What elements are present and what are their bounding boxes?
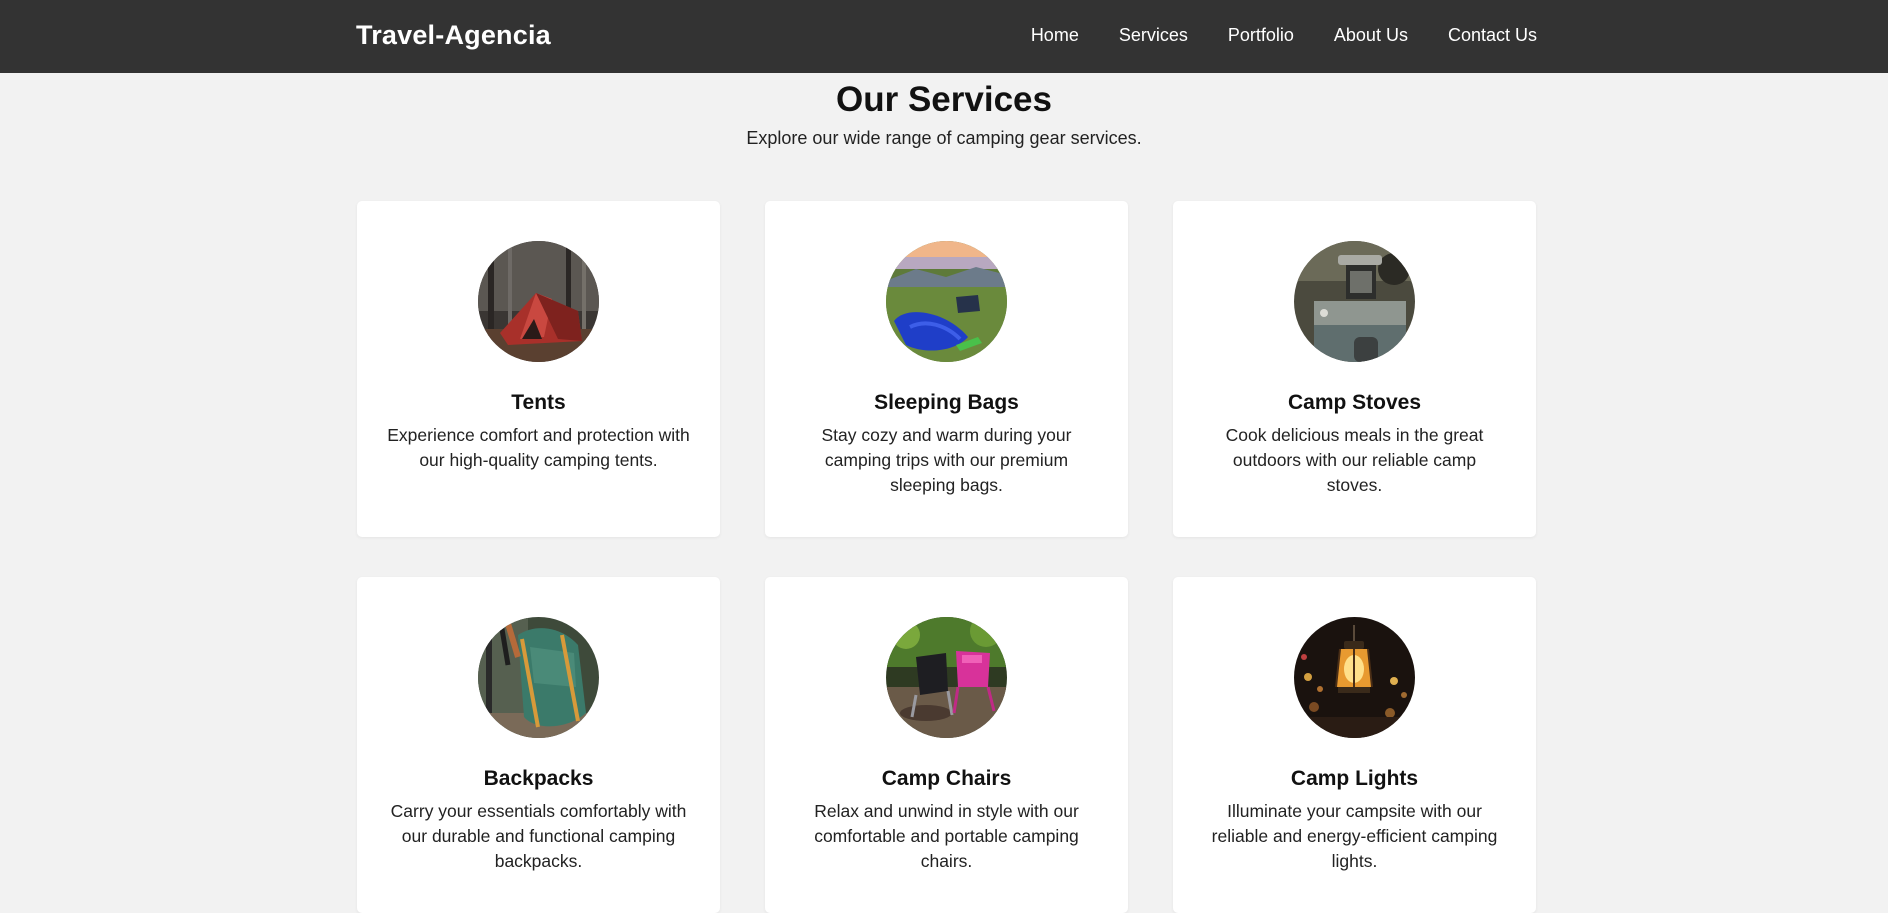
nav-contact-us[interactable]: Contact Us (1448, 25, 1537, 46)
nav-home[interactable]: Home (1031, 25, 1079, 46)
service-title: Tents (511, 391, 566, 414)
section-title: Our Services (836, 80, 1052, 119)
service-title: Camp Chairs (881, 767, 1012, 790)
service-card-backpacks: Backpacks Carry your essentials comforta… (357, 577, 720, 913)
service-title: Sleeping Bags (874, 391, 1019, 414)
nav-portfolio[interactable]: Portfolio (1228, 25, 1294, 46)
tent-photo (478, 241, 599, 362)
nav-about-us[interactable]: About Us (1334, 25, 1408, 46)
brand-logo[interactable]: Travel-Agencia (356, 20, 551, 51)
service-title: Camp Lights (1290, 767, 1419, 790)
camp-chair-photo (886, 617, 1007, 738)
nav-links: Home Services Portfolio About Us Contact… (1031, 25, 1537, 46)
sleeping-bag-photo (886, 241, 1007, 362)
service-description: Cook delicious meals in the great outdoo… (1225, 425, 1484, 495)
service-title: Camp Stoves (1287, 391, 1422, 414)
section-subtitle: Explore our wide range of camping gear s… (746, 128, 1142, 148)
service-description: Relax and unwind in style with our comfo… (814, 801, 1079, 871)
service-card-tents: Tents Experience comfort and protection … (357, 201, 720, 537)
service-description: Illuminate your campsite with our reliab… (1211, 801, 1498, 871)
service-description: Stay cozy and warm during your camping t… (821, 425, 1072, 495)
camp-light-photo (1294, 617, 1415, 738)
service-card-camp-stoves: Camp Stoves Cook delicious meals in the … (1173, 201, 1536, 537)
service-title: Backpacks (483, 767, 594, 790)
camp-stove-photo (1294, 241, 1415, 362)
backpack-photo (478, 617, 599, 738)
service-description: Experience comfort and protection with o… (387, 425, 690, 470)
service-card-camp-chairs: Camp Chairs Relax and unwind in style wi… (765, 577, 1128, 913)
service-card-camp-lights: Camp Lights Illuminate your campsite wit… (1173, 577, 1536, 913)
navbar: Travel-Agencia Home Services Portfolio A… (0, 0, 1888, 73)
service-description: Carry your essentials comfortably with o… (390, 801, 687, 871)
service-card-sleeping-bags: Sleeping Bags Stay cozy and warm during … (765, 201, 1128, 537)
nav-services[interactable]: Services (1119, 25, 1188, 46)
